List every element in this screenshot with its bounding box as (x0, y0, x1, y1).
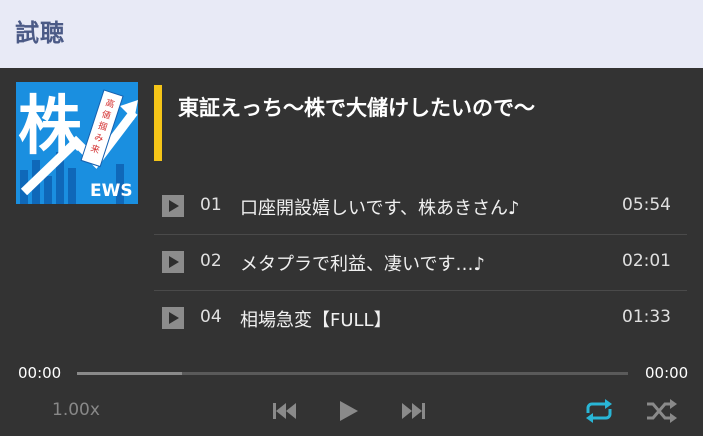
album-title: 東証えっち〜株で大儲けしたいので〜 (178, 96, 535, 120)
track-duration: 01:33 (622, 307, 671, 327)
cover-kanji: 株 (18, 90, 83, 164)
album-cover: 株 高 値 掴 み 来 EWS (16, 82, 138, 204)
play-icon[interactable] (162, 251, 184, 273)
track-duration: 02:01 (622, 251, 671, 271)
play-icon[interactable] (162, 195, 184, 217)
cover-sub-text: EWS (90, 181, 133, 201)
track-number: 04 (200, 307, 222, 327)
track-number: 01 (200, 195, 222, 215)
shuffle-icon[interactable] (644, 396, 678, 426)
playback-speed-button[interactable]: 1.00x (52, 400, 100, 420)
current-time: 00:00 (18, 364, 62, 382)
track-duration: 05:54 (622, 195, 671, 215)
play-icon[interactable] (334, 396, 364, 426)
track-row-2[interactable]: 02 メタプラで利益、凄いです…♪ 02:01 (154, 234, 687, 291)
skip-next-icon[interactable] (398, 396, 428, 426)
total-time: 00:00 (645, 364, 689, 382)
track-title: 口座開設嬉しいです、株あきさん♪ (240, 198, 520, 219)
title-accent-bar (154, 85, 162, 161)
skip-previous-icon[interactable] (270, 396, 300, 426)
track-row-3[interactable]: 04 相場急変【FULL】 01:33 (154, 290, 687, 346)
track-number: 02 (200, 251, 222, 271)
track-row-1[interactable]: 01 口座開設嬉しいです、株あきさん♪ 05:54 (154, 178, 687, 235)
track-title: 相場急変【FULL】 (240, 310, 392, 331)
progress-fill (77, 372, 182, 375)
progress-bar[interactable] (77, 372, 628, 375)
track-title: メタプラで利益、凄いです…♪ (240, 254, 485, 275)
play-icon[interactable] (162, 307, 184, 329)
repeat-icon[interactable] (582, 396, 616, 426)
page-title: 試聴 (15, 19, 65, 47)
header-bar: 試聴 (0, 0, 703, 68)
